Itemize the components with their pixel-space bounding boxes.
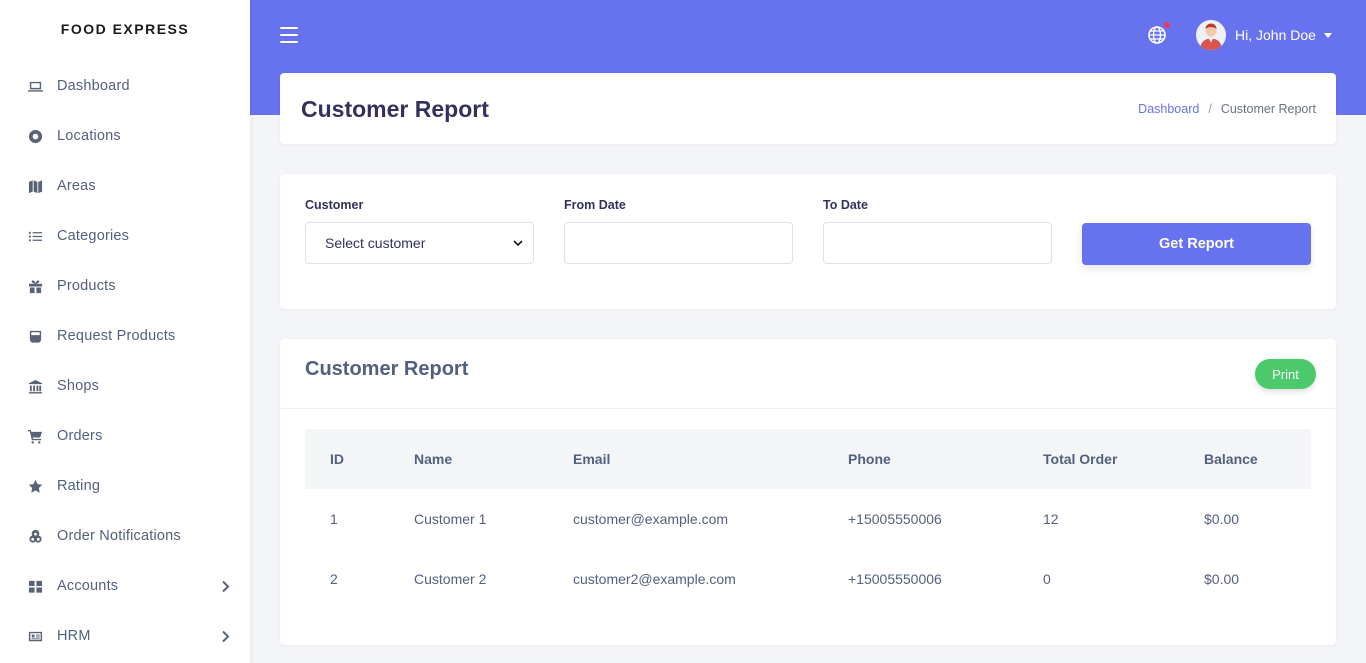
cell-balance: $0.00 bbox=[1204, 511, 1240, 527]
column-header-total-order: Total Order bbox=[1043, 451, 1118, 467]
report-table: ID Name Email Phone Total Order Balance … bbox=[305, 429, 1311, 609]
to-date-input[interactable] bbox=[823, 222, 1052, 264]
sidebar-item-label: Order Notifications bbox=[57, 528, 181, 544]
sidebar-item-label: Shops bbox=[57, 378, 100, 394]
from-date-label: From Date bbox=[564, 198, 626, 212]
sidebar-item-label: Categories bbox=[57, 228, 130, 244]
inbox-icon bbox=[27, 328, 43, 344]
cell-name: Customer 2 bbox=[414, 571, 487, 587]
get-report-button[interactable]: Get Report bbox=[1082, 223, 1311, 265]
sidebar-item-shops[interactable]: Shops bbox=[0, 361, 250, 411]
table-row: 1 Customer 1 customer@example.com +15005… bbox=[305, 489, 1311, 549]
bank-icon bbox=[27, 378, 43, 394]
breadcrumb: Dashboard / Customer Report bbox=[1138, 102, 1316, 116]
sidebar-item-label: Products bbox=[57, 278, 116, 294]
sidebar-item-label: Orders bbox=[57, 428, 103, 444]
user-menu[interactable]: Hi, John Doe bbox=[1196, 20, 1332, 50]
customer-label: Customer bbox=[305, 198, 364, 212]
customer-select[interactable]: Select customer bbox=[305, 222, 534, 264]
sidebar-item-rating[interactable]: Rating bbox=[0, 461, 250, 511]
sidebar: FOOD EXPRESS Dashboard Locations Areas C… bbox=[0, 0, 250, 663]
column-header-email: Email bbox=[573, 451, 611, 467]
avatar bbox=[1196, 20, 1226, 50]
to-date-label: To Date bbox=[823, 198, 868, 212]
report-card: Customer Report Print ID Name Email Phon… bbox=[280, 339, 1336, 645]
sidebar-item-dashboard[interactable]: Dashboard bbox=[0, 61, 250, 111]
sidebar-item-hrm[interactable]: HRM bbox=[0, 611, 250, 661]
sidebar-item-label: Accounts bbox=[57, 578, 119, 594]
sidebar-item-label: Dashboard bbox=[57, 78, 130, 94]
breadcrumb-separator: / bbox=[1208, 102, 1212, 116]
sidebar-item-label: Areas bbox=[57, 178, 96, 194]
cell-phone: +15005550006 bbox=[848, 511, 942, 527]
laptop-icon bbox=[27, 78, 43, 94]
page-header-card: Customer Report Dashboard / Customer Rep… bbox=[280, 73, 1336, 144]
sidebar-item-label: Request Products bbox=[57, 328, 176, 344]
cell-phone: +15005550006 bbox=[848, 571, 942, 587]
sidebar-item-orders[interactable]: Orders bbox=[0, 411, 250, 461]
map-icon bbox=[27, 178, 43, 194]
cell-name: Customer 1 bbox=[414, 511, 487, 527]
brand-logo[interactable]: FOOD EXPRESS bbox=[0, 0, 250, 58]
sidebar-item-categories[interactable]: Categories bbox=[0, 211, 250, 261]
sidebar-item-accounts[interactable]: Accounts bbox=[0, 561, 250, 611]
customer-select-value: Select customer bbox=[325, 235, 426, 251]
menu-toggle-icon[interactable] bbox=[280, 27, 298, 43]
user-name: Hi, John Doe bbox=[1235, 27, 1316, 43]
sidebar-item-locations[interactable]: Locations bbox=[0, 111, 250, 161]
report-title: Customer Report bbox=[305, 358, 469, 380]
sidebar-item-request-products[interactable]: Request Products bbox=[0, 311, 250, 361]
cookie-icon bbox=[27, 528, 43, 544]
cell-email: customer@example.com bbox=[573, 511, 729, 527]
from-date-input[interactable] bbox=[564, 222, 793, 264]
report-header: Customer Report Print bbox=[280, 339, 1336, 409]
sidebar-item-order-notifications[interactable]: Order Notifications bbox=[0, 511, 250, 561]
life-ring-icon bbox=[27, 128, 43, 144]
star-icon bbox=[27, 478, 43, 494]
sidebar-nav: Dashboard Locations Areas Categories Pro… bbox=[0, 61, 250, 661]
to-date-field: To Date bbox=[823, 198, 1052, 264]
print-button[interactable]: Print bbox=[1255, 359, 1316, 389]
column-header-phone: Phone bbox=[848, 451, 891, 467]
notification-dot bbox=[1164, 22, 1170, 28]
chevron-down-icon bbox=[513, 240, 523, 246]
caret-down-icon bbox=[1323, 32, 1332, 38]
column-header-id: ID bbox=[330, 451, 344, 467]
chevron-right-icon bbox=[220, 579, 230, 593]
from-date-field: From Date bbox=[564, 198, 793, 264]
language-globe-icon[interactable] bbox=[1148, 22, 1170, 46]
sidebar-item-products[interactable]: Products bbox=[0, 261, 250, 311]
grid-icon bbox=[27, 578, 43, 594]
breadcrumb-current: Customer Report bbox=[1220, 102, 1316, 116]
chevron-right-icon bbox=[220, 629, 230, 643]
table-row: 2 Customer 2 customer2@example.com +1500… bbox=[305, 549, 1311, 609]
cell-total-order: 12 bbox=[1043, 511, 1059, 527]
cell-id: 2 bbox=[330, 571, 338, 587]
filter-card: Customer Select customer From Date To Da… bbox=[280, 174, 1336, 309]
cell-id: 1 bbox=[330, 511, 338, 527]
id-card-icon bbox=[27, 628, 43, 644]
column-header-name: Name bbox=[414, 451, 453, 467]
list-icon bbox=[27, 228, 43, 244]
sidebar-item-label: HRM bbox=[57, 628, 91, 644]
sidebar-item-label: Rating bbox=[57, 478, 101, 494]
cell-balance: $0.00 bbox=[1204, 571, 1240, 587]
column-header-balance: Balance bbox=[1204, 451, 1258, 467]
sidebar-item-label: Locations bbox=[57, 128, 121, 144]
gift-icon bbox=[27, 278, 43, 294]
cart-icon bbox=[27, 428, 43, 444]
breadcrumb-dashboard-link[interactable]: Dashboard bbox=[1138, 102, 1199, 116]
table-header-row: ID Name Email Phone Total Order Balance bbox=[305, 429, 1311, 489]
cell-total-order: 0 bbox=[1043, 571, 1051, 587]
page-title: Customer Report bbox=[301, 96, 489, 122]
customer-field: Customer Select customer bbox=[305, 198, 534, 264]
sidebar-item-areas[interactable]: Areas bbox=[0, 161, 250, 211]
cell-email: customer2@example.com bbox=[573, 571, 736, 587]
